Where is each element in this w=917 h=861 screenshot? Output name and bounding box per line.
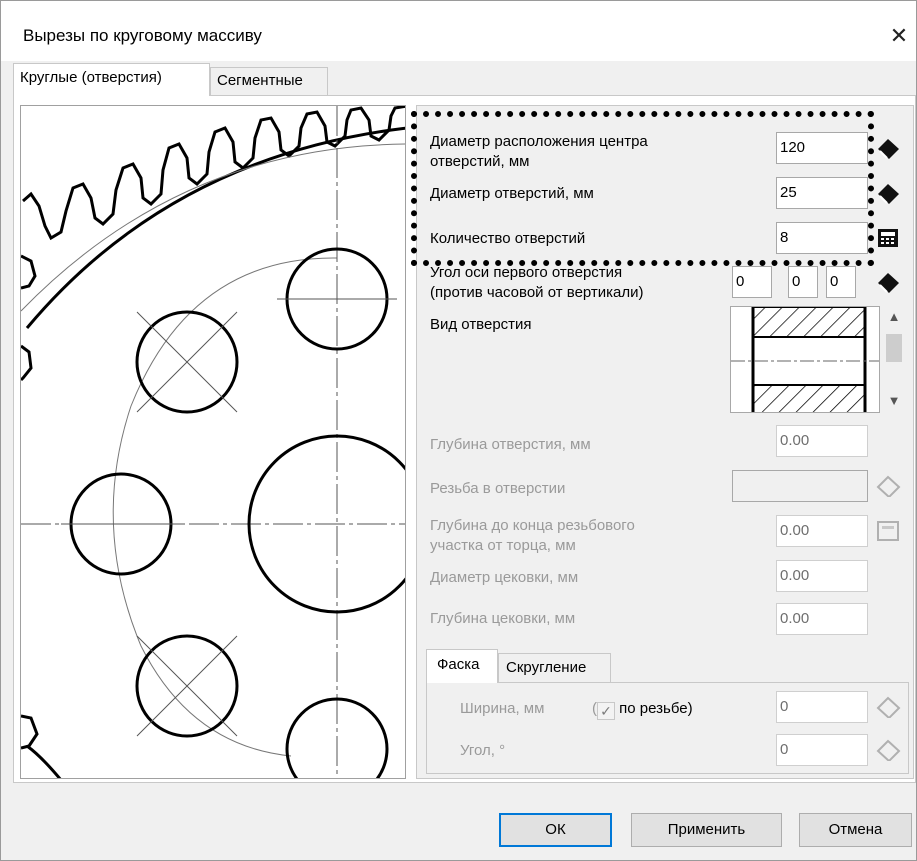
by-thread-label: по резьбе): [619, 700, 693, 717]
hole-depth-input[interactable]: 0.00: [776, 425, 868, 457]
center-diameter-input[interactable]: 120: [776, 132, 868, 164]
counterbore-depth-input[interactable]: 0.00: [776, 603, 868, 635]
tab-chamfer[interactable]: Фаска: [426, 649, 498, 683]
thread-field[interactable]: [732, 470, 868, 502]
gear-drawing: [21, 106, 405, 778]
hole-view-preview[interactable]: [730, 306, 880, 413]
pitch-circle: [21, 143, 405, 312]
counterbore-diameter-label: Диаметр цековки, мм: [430, 569, 579, 586]
eraser-icon[interactable]: [871, 734, 905, 766]
hole-section-drawing: [731, 307, 879, 412]
scroll-thumb[interactable]: [886, 334, 902, 362]
angle-degrees-input[interactable]: 0: [732, 266, 772, 298]
by-thread-checkbox[interactable]: ✓: [597, 702, 615, 720]
thread-label: Резьба в отверстии: [430, 480, 566, 497]
scroll-up-icon[interactable]: ▲: [881, 306, 907, 328]
eraser-icon[interactable]: [871, 266, 905, 298]
eraser-icon[interactable]: [871, 691, 905, 723]
chamfer-angle-input[interactable]: 0: [776, 734, 868, 766]
tab-fillet[interactable]: Скругление: [498, 653, 611, 683]
window-title: Вырезы по круговому массиву: [23, 26, 262, 45]
gear-teeth: [22, 106, 405, 241]
first-hole-angle-label: Угол оси первого отверстия (против часов…: [430, 264, 644, 301]
angle-seconds-input[interactable]: 0: [826, 266, 856, 298]
hole-diameter-input[interactable]: 25: [776, 177, 868, 209]
counterbore-diameter-input[interactable]: 0.00: [776, 560, 868, 592]
angle-minutes-input[interactable]: 0: [788, 266, 818, 298]
hole-diameter-label: Диаметр отверстий, мм: [430, 185, 594, 202]
thread-depth-label: Глубина до конца резьбового участка от т…: [430, 517, 635, 554]
close-icon[interactable]: ✕: [882, 19, 916, 53]
gear-preview: [20, 105, 406, 779]
center-diameter-label: Диаметр расположения центра отверстий, м…: [430, 133, 648, 170]
eraser-icon[interactable]: [871, 132, 905, 164]
dialog-window: Вырезы по круговому массиву ✕ Круглые (о…: [0, 0, 917, 861]
gear-left-teeth: [21, 254, 39, 750]
scroll-down-icon[interactable]: ▼: [881, 390, 907, 412]
title-bar: Вырезы по круговому массиву ✕: [1, 1, 916, 61]
hole-count-input[interactable]: 8: [776, 222, 868, 254]
gear-root-circle: [25, 126, 405, 329]
hole-depth-label: Глубина отверстия, мм: [430, 436, 591, 453]
hole-count-label: Количество отверстий: [430, 230, 586, 247]
apply-button[interactable]: Применить: [631, 813, 782, 847]
by-thread-option[interactable]: (✓ по резьбе): [592, 699, 693, 720]
cancel-button[interactable]: Отмена: [799, 813, 912, 847]
thread-depth-input[interactable]: 0.00: [776, 515, 868, 547]
chamfer-width-label: Ширина, мм: [460, 700, 545, 717]
tab-segment-cuts[interactable]: Сегментные: [210, 67, 328, 95]
ok-button[interactable]: ОК: [499, 813, 612, 847]
hole-view-label: Вид отверстия: [430, 316, 532, 333]
eraser-icon[interactable]: [871, 470, 905, 502]
eraser-icon[interactable]: [871, 177, 905, 209]
tab-round-holes[interactable]: Круглые (отверстия): [13, 63, 210, 96]
calculator-icon[interactable]: [871, 222, 905, 254]
chamfer-width-input[interactable]: 0: [776, 691, 868, 723]
counterbore-depth-label: Глубина цековки, мм: [430, 610, 576, 627]
calculator-icon[interactable]: [871, 515, 905, 547]
chamfer-angle-label: Угол, °: [460, 742, 506, 759]
hole-view-scrollbar[interactable]: ▲ ▼: [881, 306, 907, 413]
